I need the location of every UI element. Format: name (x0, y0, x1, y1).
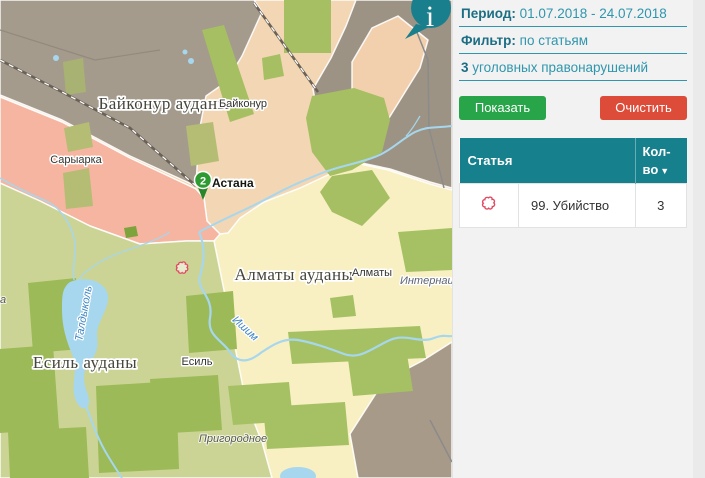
crime-splat-icon (480, 195, 498, 213)
place-label-saryarka: Сарыарка (50, 154, 102, 166)
district-label-baikonur: Байконур ауданы (99, 94, 230, 113)
clear-button[interactable]: Очистить (600, 96, 687, 120)
period-row: Период: 01.07.2018 - 24.07.2018 (459, 0, 687, 27)
filter-value: по статьям (520, 33, 588, 48)
filter-row: Фильтр: по статьям (459, 27, 687, 54)
table-header-article[interactable]: Статья (460, 138, 636, 184)
place-label-internatsionalnoe: Интернацио (400, 275, 452, 287)
sort-desc-icon[interactable]: ▼ (660, 166, 669, 176)
table-header-row: Статья Кол-во▼ (460, 138, 687, 184)
place-label-almaty: Алматы (352, 267, 392, 279)
article-count: 3 (635, 184, 687, 228)
period-label: Период: (461, 6, 516, 21)
crime-map[interactable]: Байконур ауданы Байконур Сарыарка Алматы… (0, 0, 452, 478)
violations-count: 3 (461, 60, 469, 75)
show-button[interactable]: Показать (459, 96, 546, 120)
place-label-prigorodnoe: Пригородное (199, 433, 267, 445)
article-icon-cell (460, 184, 519, 228)
period-value: 01.07.2018 - 24.07.2018 (520, 6, 667, 21)
violations-text: уголовных правонарушений (472, 60, 648, 75)
edge-cutoff-label: а (0, 294, 6, 306)
crime-splat-map-marker[interactable] (176, 262, 187, 273)
city-label-astana: Астана (212, 176, 254, 190)
summary-row: 3 уголовных правонарушений (459, 54, 687, 81)
article-name: 99. Убийство (519, 184, 636, 228)
filter-label: Фильтр: (461, 33, 516, 48)
info-icon: i (426, 0, 434, 33)
table-row[interactable]: 99. Убийство 3 (460, 184, 687, 228)
action-buttons: Показать Очистить (459, 96, 687, 120)
scrollbar-track[interactable] (693, 0, 705, 478)
district-label-almaty: Алматы ауданы (235, 265, 354, 284)
marker-count: 2 (200, 176, 206, 188)
filter-panel: Период: 01.07.2018 - 24.07.2018 Фильтр: … (452, 0, 705, 478)
table-header-count[interactable]: Кол-во▼ (635, 138, 687, 184)
place-label-esil: Есиль (181, 356, 212, 368)
statistics-table: Статья Кол-во▼ 99. Убийство 3 (459, 138, 687, 228)
district-label-esil: Есиль ауданы (33, 353, 137, 372)
place-label-baikonur: Байконур (219, 98, 267, 110)
